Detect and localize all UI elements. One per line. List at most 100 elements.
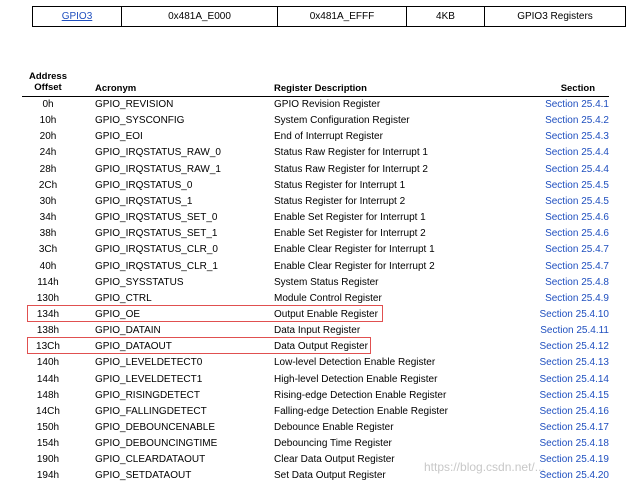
header-acronym: Acronym: [95, 83, 137, 94]
register-description: System Status Register: [274, 276, 379, 288]
register-offset: 148h: [36, 389, 60, 401]
register-offset: 34h: [39, 212, 57, 224]
section-link[interactable]: Section 25.4.3: [545, 129, 609, 145]
register-description: Clear Data Output Register: [274, 454, 395, 466]
section-link[interactable]: Section 25.4.5: [545, 194, 609, 210]
table-row: 24h GPIO_IRQSTATUS_RAW_0 Status Raw Regist…: [0, 145, 629, 161]
register-offset: 154h: [36, 438, 60, 450]
section-link[interactable]: Section 25.4.9: [545, 291, 609, 307]
header-offset: Address Offset: [22, 71, 74, 93]
register-acronym: GPIO_IRQSTATUS_SET_0: [95, 212, 218, 224]
table-row: 28h GPIO_IRQSTATUS_RAW_1 Status Raw Regist…: [0, 162, 629, 178]
register-description: Enable Set Register for Interrupt 1: [274, 212, 426, 224]
register-offset: 194h: [36, 470, 60, 482]
register-description: System Configuration Register: [274, 115, 410, 127]
register-acronym: GPIO_IRQSTATUS_RAW_1: [95, 163, 221, 175]
register-acronym: GPIO_DEBOUNCENABLE: [95, 422, 216, 433]
register-offset: 114h: [37, 276, 59, 288]
section-link[interactable]: Section 25.4.4: [545, 145, 609, 161]
section-link[interactable]: Section 25.4.17: [540, 420, 610, 436]
table-row: 20h GPIO_EOI End of Interrupt Register Sect…: [0, 129, 629, 145]
register-description: Low-level Detection Enable Register: [274, 357, 436, 369]
table-row: 38h GPIO_IRQSTATUS_SET_1 Enable Set Regist…: [0, 226, 629, 242]
register-description: Rising-edge Detection Enable Register: [274, 389, 447, 401]
table-row: 154h GPIO_DEBOUNCINGTIME Debouncing Time R…: [0, 436, 629, 452]
table-row: 148h GPIO_RISINGDETECT Rising-edge Detecti…: [0, 388, 629, 404]
section-link[interactable]: Section 25.4.6: [545, 210, 609, 226]
register-acronym: GPIO_IRQSTATUS_RAW_0: [95, 147, 221, 159]
module-link[interactable]: GPIO3: [33, 7, 121, 26]
section-link[interactable]: Section 25.4.14: [540, 372, 610, 388]
highlight-box-gpio-oe: [27, 305, 383, 322]
register-acronym: GPIO_SYSCONFIG: [95, 115, 185, 127]
section-link[interactable]: Section 25.4.1: [545, 97, 609, 113]
register-offset: 10h: [39, 115, 57, 127]
memory-map-row: GPIO3 0x481A_E000 0x481A_EFFF 4KB GPIO3 …: [32, 6, 626, 27]
end-address: 0x481A_EFFF: [309, 11, 375, 22]
register-offset: 140h: [36, 357, 60, 369]
register-description: Enable Clear Register for Interrupt 1: [274, 244, 435, 256]
section-link[interactable]: Section 25.4.11: [540, 323, 609, 339]
register-acronym: GPIO_SETDATAOUT: [95, 470, 192, 482]
register-description: High-level Detection Enable Register: [274, 373, 438, 385]
register-description: End of Interrupt Register: [274, 131, 383, 143]
register-offset: 144h: [36, 373, 60, 385]
register-offset: 14Ch: [36, 405, 60, 417]
highlight-box-gpio-dataout: [27, 337, 371, 354]
section-link[interactable]: Section 25.4.5: [545, 178, 609, 194]
header-section: Section: [560, 83, 595, 94]
section-link[interactable]: Section 25.4.10: [540, 307, 610, 323]
register-acronym: GPIO_LEVELDETECT0: [95, 357, 203, 369]
register-offset: 28h: [39, 163, 57, 175]
table-row: 40h GPIO_IRQSTATUS_CLR_1 Enable Clear Regi…: [0, 259, 629, 275]
register-acronym: GPIO_REVISION: [95, 99, 174, 110]
register-description: Status Raw Register for Interrupt 2: [274, 163, 428, 175]
register-description: Set Data Output Register: [274, 470, 386, 482]
table-row: 3Ch GPIO_IRQSTATUS_CLR_0 Enable Clear Regi…: [0, 242, 629, 258]
section-link[interactable]: Section 25.4.13: [540, 355, 610, 371]
register-acronym: GPIO_RISINGDETECT: [95, 389, 201, 401]
register-description: GPIO Revision Register: [274, 99, 381, 110]
register-description: Status Register for Interrupt 1: [274, 179, 406, 191]
section-link[interactable]: Section 25.4.7: [545, 242, 609, 258]
section-link[interactable]: Section 25.4.15: [540, 388, 610, 404]
register-offset: 20h: [39, 131, 57, 143]
section-link[interactable]: Section 25.4.19: [540, 452, 610, 468]
table-row: 0h GPIO_REVISION GPIO Revision Register Sec…: [0, 97, 629, 113]
register-offset: 2Ch: [38, 179, 58, 191]
register-description: Debouncing Time Register: [274, 438, 392, 450]
register-acronym: GPIO_FALLINGDETECT: [95, 405, 207, 417]
register-acronym: GPIO_IRQSTATUS_1: [95, 195, 193, 207]
register-description: Debounce Enable Register: [274, 422, 394, 433]
register-offset: 24h: [39, 147, 57, 159]
register-offset: 3Ch: [38, 244, 58, 256]
section-link[interactable]: Section 25.4.16: [540, 404, 610, 420]
register-description: Enable Set Register for Interrupt 2: [274, 228, 426, 240]
section-link[interactable]: Section 25.4.7: [545, 259, 609, 275]
register-offset: 190h: [36, 454, 60, 466]
table-row: 30h GPIO_IRQSTATUS_1 Status Register for I…: [0, 194, 629, 210]
table-row: 10h GPIO_SYSCONFIG System Configuration Re…: [0, 113, 629, 129]
module-description: GPIO3 Registers: [517, 11, 593, 22]
table-row: 14Ch GPIO_FALLINGDETECT Falling-edge Detec…: [0, 404, 629, 420]
register-offset: 0h: [42, 99, 54, 110]
register-acronym: GPIO_IRQSTATUS_0: [95, 179, 193, 191]
section-link[interactable]: Section 25.4.2: [545, 113, 609, 129]
section-link[interactable]: Section 25.4.18: [540, 436, 610, 452]
register-acronym: GPIO_IRQSTATUS_CLR_1: [95, 260, 218, 272]
watermark: https://blog.csdn.net/...: [424, 460, 545, 474]
register-acronym: GPIO_SYSSTATUS: [95, 276, 184, 288]
register-acronym: GPIO_DEBOUNCINGTIME: [95, 438, 218, 450]
register-offset: 40h: [39, 260, 57, 272]
section-link[interactable]: Section 25.4.20: [540, 468, 610, 484]
section-link[interactable]: Section 25.4.6: [545, 226, 609, 242]
section-link[interactable]: Section 25.4.4: [545, 162, 609, 178]
register-description: Enable Clear Register for Interrupt 2: [274, 260, 435, 272]
table-row: 2Ch GPIO_IRQSTATUS_0 Status Register for I…: [0, 178, 629, 194]
register-offset: 150h: [36, 422, 60, 433]
section-link[interactable]: Section 25.4.12: [540, 339, 610, 355]
section-link[interactable]: Section 25.4.8: [545, 275, 609, 291]
register-description: Falling-edge Detection Enable Register: [274, 405, 448, 417]
register-acronym: GPIO_IRQSTATUS_SET_1: [95, 228, 218, 240]
start-address: 0x481A_E000: [168, 11, 231, 22]
